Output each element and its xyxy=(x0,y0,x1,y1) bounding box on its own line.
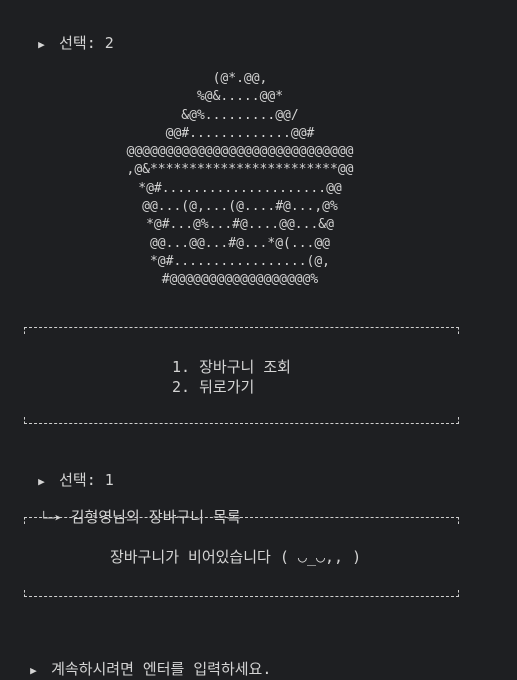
cart-box-top-border xyxy=(24,517,459,524)
ascii-art-line: *@#...@%...#@....@@...&@ xyxy=(146,217,334,233)
second-prompt-label: 선택: 1 xyxy=(59,471,114,489)
ascii-art-line: @@#.............@@# xyxy=(165,125,315,141)
ascii-art-line: *@#.................(@, xyxy=(149,253,330,269)
play-icon: ▶ xyxy=(30,664,37,677)
ascii-art-line: ,@&************************@@ xyxy=(126,162,354,178)
ascii-art-line: @@@@@@@@@@@@@@@@@@@@@@@@@@@@@ xyxy=(126,144,354,160)
menu-box-top-border xyxy=(24,327,459,334)
ascii-art-line: &@%.........@@/ xyxy=(181,107,299,123)
ascii-art-line: (@*.@@, xyxy=(212,71,268,86)
continue-prompt-label: 계속하시려면 엔터를 입력하세요. xyxy=(51,660,272,678)
second-prompt: ▶ 선택: 1 xyxy=(20,453,114,491)
continue-prompt: ▶ 계속하시려면 엔터를 입력하세요. xyxy=(12,642,271,680)
menu-item-view-cart: 1. 장바구니 조회 xyxy=(172,358,291,376)
menu-box-bottom-border xyxy=(24,417,459,424)
ascii-art-line: %@&.....@@* xyxy=(196,89,284,105)
ascii-art-line: *@#.....................@@ xyxy=(138,180,342,196)
first-prompt: ▶ 선택: 2 xyxy=(20,16,114,54)
ascii-art-line: @@...(@,...(@....#@...,@% xyxy=(142,199,338,215)
menu-item-back: 2. 뒤로가기 xyxy=(172,378,255,396)
ascii-art-line: #@@@@@@@@@@@@@@@@@@% xyxy=(161,272,319,288)
play-icon: ▶ xyxy=(38,38,45,51)
first-prompt-label: 선택: 2 xyxy=(59,34,114,52)
play-icon: ▶ xyxy=(38,475,45,488)
cart-ascii-art: (@*.@@, %@&.....@@* &@%.........@@/ @@#....… xyxy=(0,70,480,290)
cart-box-bottom-border xyxy=(24,590,459,597)
ascii-art-line: @@...@@...#@...*@(...@@ xyxy=(149,235,330,251)
cart-empty-message: 장바구니가 비어있습니다 ( ◡_◡,, ) xyxy=(110,548,362,566)
